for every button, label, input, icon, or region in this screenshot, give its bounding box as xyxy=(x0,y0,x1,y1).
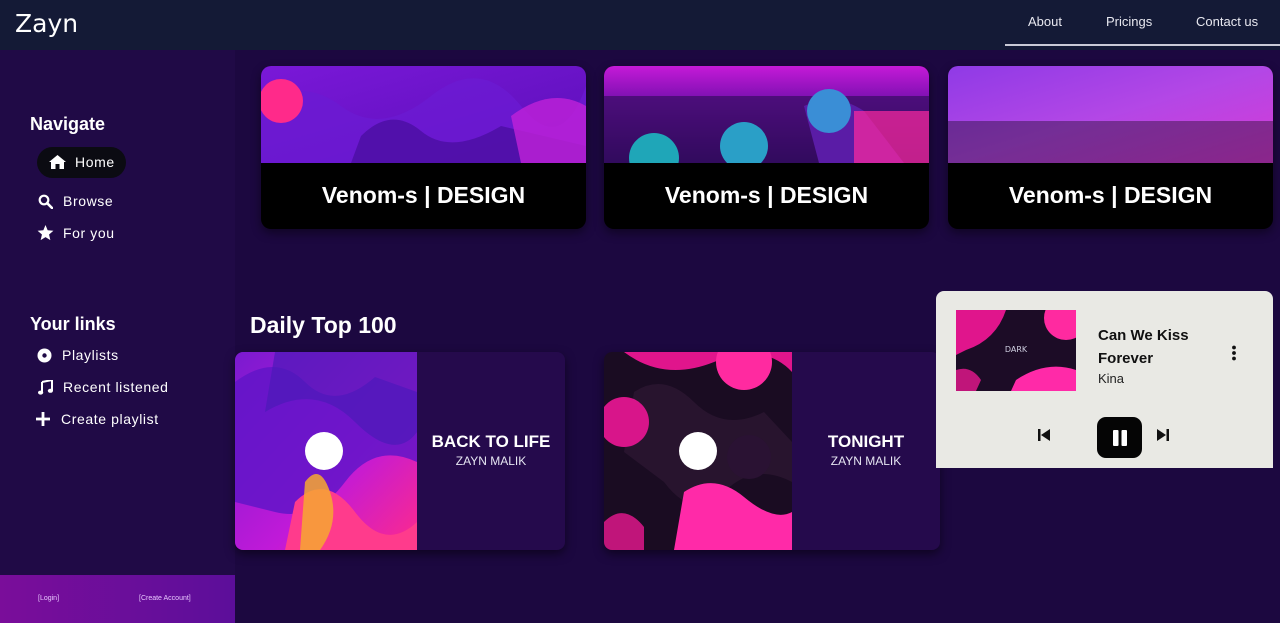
sidebar-item-create-playlist[interactable]: Create playlist xyxy=(34,411,159,427)
now-playing-cover: DARK xyxy=(956,310,1076,391)
your-links-heading: Your links xyxy=(30,314,116,334)
nav-contact-link[interactable]: Contact us xyxy=(1196,14,1258,29)
login-link[interactable]: [Login] xyxy=(38,595,59,602)
track-card[interactable]: TONIGHT ZAYN MALIK xyxy=(604,352,940,550)
more-options-icon[interactable] xyxy=(1228,345,1240,361)
create-account-link[interactable]: [Create Account] xyxy=(139,595,191,602)
sidebar-footer: [Login] [Create Account] xyxy=(0,575,235,623)
mini-player: DARK Can We Kiss Forever Kina xyxy=(936,291,1273,468)
sidebar-item-label: Playlists xyxy=(62,347,119,363)
play-disc-icon[interactable] xyxy=(679,432,717,470)
sidebar xyxy=(0,50,235,623)
sidebar-item-browse[interactable]: Browse xyxy=(36,193,113,209)
play-disc-icon[interactable] xyxy=(305,432,343,470)
search-icon xyxy=(36,193,54,209)
banner-title: Venom-s | DESIGN xyxy=(664,182,869,208)
sidebar-item-label: Home xyxy=(75,154,115,170)
banner-artwork xyxy=(948,66,1273,163)
banner-card[interactable]: Venom-s | DESIGN xyxy=(948,66,1273,229)
sidebar-item-recent-listened[interactable]: Recent listened xyxy=(36,379,169,395)
pause-button[interactable] xyxy=(1097,417,1142,458)
banner-card[interactable]: Venom-s | DESIGN xyxy=(261,66,586,229)
brand-logo[interactable]: Zayn xyxy=(15,9,78,38)
banner-title: Venom-s | DESIGN xyxy=(1008,182,1213,208)
daily-top-heading: Daily Top 100 xyxy=(250,312,397,338)
now-playing-artist: Kina xyxy=(1098,371,1125,386)
banner-title: Venom-s | DESIGN xyxy=(321,182,526,208)
music-note-icon xyxy=(36,379,54,395)
navigate-heading: Navigate xyxy=(30,114,106,134)
sidebar-item-home[interactable]: Home xyxy=(48,154,115,170)
sidebar-item-playlists[interactable]: Playlists xyxy=(35,347,119,363)
plus-icon xyxy=(34,411,52,427)
sidebar-item-label: Browse xyxy=(63,193,114,209)
cover-text: DARK xyxy=(1005,345,1028,354)
pause-icon xyxy=(1112,429,1127,446)
sidebar-item-for-you[interactable]: For you xyxy=(36,225,115,241)
disc-icon xyxy=(35,347,53,363)
top-bar: Zayn About Pricings Contact us xyxy=(0,0,1280,50)
home-icon xyxy=(48,154,66,170)
next-track-icon[interactable] xyxy=(1156,428,1170,442)
nav-pricings-link[interactable]: Pricings xyxy=(1106,14,1152,29)
star-icon xyxy=(36,225,54,241)
track-name: TONIGHT xyxy=(827,432,905,451)
banner-artwork xyxy=(261,66,586,163)
banner-card[interactable]: Venom-s | DESIGN xyxy=(604,66,929,229)
nav-about-link[interactable]: About xyxy=(1028,14,1062,29)
top-nav: About Pricings Contact us xyxy=(1005,0,1280,46)
sidebar-item-label: For you xyxy=(63,225,115,241)
track-artist: ZAYN MALIK xyxy=(830,454,902,468)
banner-artwork xyxy=(604,66,929,163)
track-name: BACK TO LIFE xyxy=(431,432,551,451)
track-artist: ZAYN MALIK xyxy=(455,454,527,468)
sidebar-item-label: Recent listened xyxy=(63,379,169,395)
now-playing-title: Can We Kiss Forever xyxy=(1098,327,1189,367)
previous-track-icon[interactable] xyxy=(1037,428,1051,442)
track-card[interactable]: BACK TO LIFE ZAYN MALIK xyxy=(235,352,565,550)
sidebar-item-label: Create playlist xyxy=(61,411,159,427)
